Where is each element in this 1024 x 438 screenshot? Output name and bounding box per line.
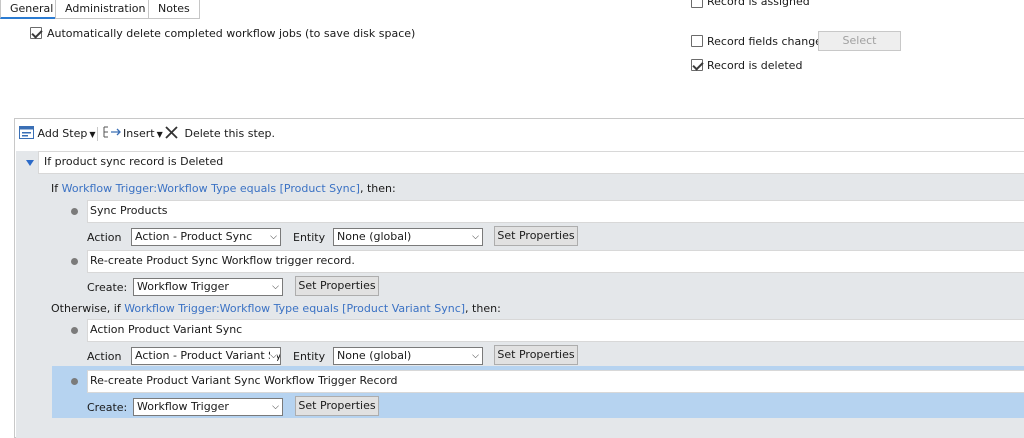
record-deleted-label: Record is deleted	[707, 59, 803, 72]
add-step-icon	[19, 126, 34, 139]
record-fields-change-label: Record fields change	[707, 35, 822, 48]
action-select-value: Action - Product Sync	[135, 230, 253, 243]
chevron-down-icon: ⌵	[270, 232, 277, 242]
create-select-value: Workflow Trigger	[137, 400, 229, 413]
action-select-value: Action - Product Variant Sy	[135, 349, 281, 362]
entity-select-value: None (global)	[337, 349, 412, 362]
delete-icon	[165, 126, 178, 139]
chevron-down-icon: ⌵	[472, 232, 479, 242]
record-deleted-checkbox[interactable]	[691, 59, 703, 71]
chevron-down-icon: ⌵	[272, 282, 279, 292]
action-select[interactable]: Action - Product Variant Sy ⌵	[131, 347, 281, 365]
entity-select[interactable]: None (global) ⌵	[333, 228, 483, 246]
branch-prefix: If	[51, 182, 62, 195]
create-select[interactable]: Workflow Trigger ⌵	[133, 398, 283, 416]
action-label: Action	[87, 350, 122, 363]
set-properties-button[interactable]: Set Properties	[295, 276, 379, 296]
set-properties-button[interactable]: Set Properties	[494, 345, 578, 365]
auto-delete-checkbox[interactable]	[30, 27, 42, 39]
designer-toolbar: Add Step ▼ Insert ▼ Delete this step.	[15, 119, 1024, 149]
tab-administration[interactable]: Administration	[55, 0, 156, 19]
branch-prefix: Otherwise, if	[51, 302, 125, 315]
condition-link[interactable]: Workflow Trigger:Workflow Type equals [P…	[62, 182, 360, 195]
chevron-down-icon: ⌵	[270, 348, 277, 364]
set-properties-button[interactable]: Set Properties	[295, 396, 379, 416]
insert-label: Insert	[123, 127, 155, 140]
entity-label: Entity	[293, 350, 326, 363]
step-bullet-icon	[71, 378, 78, 385]
record-assigned-row: Record is assigned	[690, 0, 890, 12]
create-label: Create:	[87, 401, 128, 414]
collapse-triangle-icon[interactable]	[26, 160, 34, 166]
add-step-button[interactable]: Add Step ▼	[19, 125, 96, 143]
branch-condition-1: If Workflow Trigger:Workflow Type equals…	[51, 182, 396, 195]
step-bullet-icon	[71, 327, 78, 334]
action-label: Action	[87, 231, 122, 244]
insert-icon	[103, 126, 121, 138]
step-description[interactable]: Action Product Variant Sync	[87, 319, 1024, 342]
record-assigned-label: Record is assigned	[707, 0, 810, 8]
set-properties-button[interactable]: Set Properties	[494, 226, 578, 246]
branch-condition-2: Otherwise, if Workflow Trigger:Workflow …	[51, 302, 501, 315]
entity-label: Entity	[293, 231, 326, 244]
toolbar-divider	[97, 127, 98, 141]
condition-header[interactable]: If product sync record is Deleted	[38, 151, 1024, 174]
auto-delete-label: Automatically delete completed workflow …	[47, 27, 416, 40]
branch-suffix: , then:	[465, 302, 501, 315]
chevron-down-icon: ▼	[156, 130, 163, 139]
entity-select[interactable]: None (global) ⌵	[333, 347, 483, 365]
workflow-canvas: If product sync record is Deleted If Wor…	[16, 151, 1024, 438]
insert-button[interactable]: Insert ▼	[103, 125, 163, 143]
chevron-down-icon: ⌵	[472, 351, 479, 361]
action-select[interactable]: Action - Product Sync ⌵	[131, 228, 281, 246]
record-assigned-checkbox[interactable]	[691, 0, 703, 8]
chevron-down-icon: ⌵	[272, 402, 279, 412]
chevron-down-icon: ▼	[89, 130, 96, 139]
workflow-designer: Add Step ▼ Insert ▼ Delete this step. If p…	[14, 118, 1024, 438]
entity-select-value: None (global)	[337, 230, 412, 243]
create-select[interactable]: Workflow Trigger ⌵	[133, 278, 283, 296]
step-bullet-icon	[71, 258, 78, 265]
tab-notes[interactable]: Notes	[148, 0, 200, 19]
record-fields-change-checkbox[interactable]	[691, 35, 703, 47]
step-description[interactable]: Re-create Product Sync Workflow trigger …	[87, 250, 1024, 273]
tab-general[interactable]: General	[0, 0, 64, 19]
step-description[interactable]: Sync Products	[87, 200, 1024, 223]
delete-step-label: Delete this step.	[184, 127, 276, 140]
add-step-label: Add Step	[37, 127, 88, 140]
condition-link[interactable]: Workflow Trigger:Workflow Type equals [P…	[124, 302, 465, 315]
create-label: Create:	[87, 281, 128, 294]
step-description[interactable]: Re-create Product Variant Sync Workflow …	[87, 370, 1024, 393]
create-select-value: Workflow Trigger	[137, 280, 229, 293]
select-button[interactable]: Select	[818, 31, 901, 51]
delete-step-button[interactable]: Delete this step.	[165, 125, 275, 143]
step-bullet-icon	[71, 208, 78, 215]
branch-suffix: , then:	[359, 182, 396, 195]
